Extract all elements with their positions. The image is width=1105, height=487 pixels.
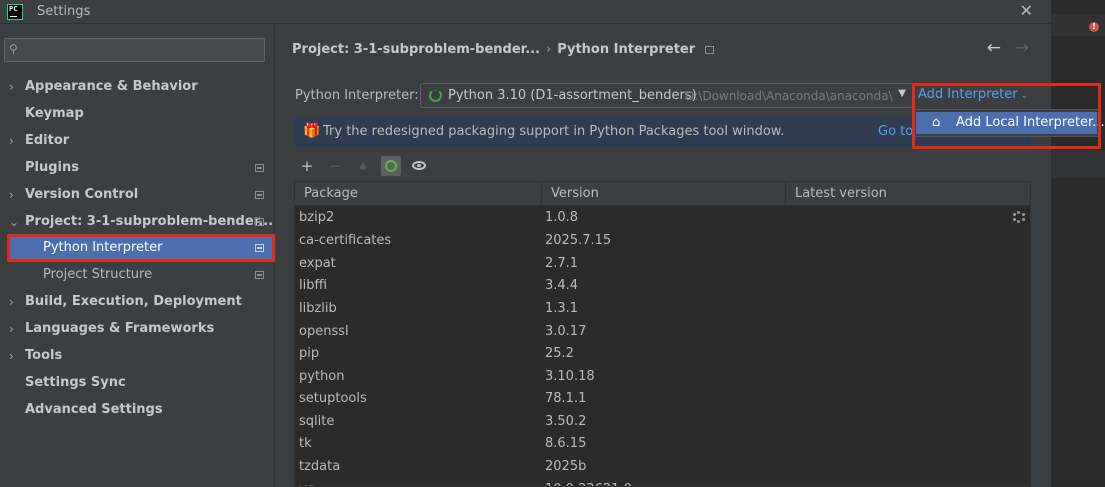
refresh-icon xyxy=(385,160,397,172)
table-row[interactable]: vc10.0.22621.0 xyxy=(295,478,1030,486)
interpreter-label: Python Interpreter: xyxy=(295,88,419,103)
interpreter-name: Python 3.10 (D1-assortment_benders) xyxy=(448,88,697,103)
table-header: Package Version Latest version xyxy=(295,182,1030,206)
settings-scope-icon xyxy=(255,271,264,279)
table-row[interactable]: tzdata 2025b xyxy=(295,455,1030,478)
interpreter-select[interactable]: Python 3.10 (D1-assortment_benders) D:\D… xyxy=(420,83,913,108)
breadcrumb-project[interactable]: Project: 3-1-subproblem-bender... xyxy=(292,42,540,57)
add-interpreter-menu: ⌂ Add Local Interpreter... xyxy=(913,109,1105,137)
sidebar-item-languages-frameworks[interactable]: › Languages & Frameworks xyxy=(0,316,272,342)
sidebar-item-editor[interactable]: › Editor xyxy=(0,128,272,154)
loading-icon xyxy=(1013,211,1025,223)
editor-strip xyxy=(1051,150,1105,178)
window-title: Settings xyxy=(37,4,91,19)
table-row[interactable]: ca-certificates 2025.7.15 xyxy=(295,229,1030,252)
breadcrumb-separator: › xyxy=(546,42,552,57)
loading-spinner-icon xyxy=(429,89,442,102)
sidebar-item-python-interpreter[interactable]: Python Interpreter xyxy=(8,235,272,261)
expand-arrow-icon[interactable]: › xyxy=(9,316,14,342)
search-field[interactable]: ⚲ xyxy=(4,38,265,62)
table-row[interactable]: libffi 3.4.4 xyxy=(295,274,1030,297)
refresh-button[interactable] xyxy=(381,156,401,176)
gift-icon: 🎁 xyxy=(303,123,321,139)
column-header-version[interactable]: Version xyxy=(542,182,786,206)
table-row[interactable]: python 3.10.18 xyxy=(295,365,1030,388)
add-interpreter-link[interactable]: Add Interpreter ⌄ xyxy=(918,87,1028,102)
sidebar-item-plugins[interactable]: Plugins xyxy=(0,155,272,181)
table-row[interactable]: pip 25.2 xyxy=(295,342,1030,365)
add-local-interpreter-item[interactable]: ⌂ Add Local Interpreter... xyxy=(916,112,1105,134)
collapse-arrow-icon[interactable]: ⌄ xyxy=(9,209,19,235)
add-package-button[interactable]: + xyxy=(297,156,317,176)
table-row[interactable]: sqlite 3.50.2 xyxy=(295,410,1030,433)
settings-scope-icon xyxy=(255,244,264,252)
error-icon: ! xyxy=(1089,22,1099,32)
settings-sidebar: ⚲ › Appearance & Behavior Keymap › Edito… xyxy=(0,24,275,487)
sidebar-item-version-control[interactable]: › Version Control xyxy=(0,182,272,208)
expand-arrow-icon[interactable]: › xyxy=(9,74,14,100)
editor-background: ! xyxy=(1051,0,1105,487)
settings-scope-icon xyxy=(255,164,264,172)
expand-arrow-icon[interactable]: › xyxy=(9,289,14,315)
pycharm-logo-icon: PC xyxy=(7,4,23,20)
column-header-latest-version[interactable]: Latest version xyxy=(786,182,1030,206)
close-button[interactable]: ✕ xyxy=(1020,1,1033,20)
package-table: Package Version Latest version bzip2 1.0.… xyxy=(294,181,1031,487)
expand-arrow-icon[interactable]: › xyxy=(9,343,14,369)
settings-scope-icon xyxy=(255,218,264,226)
settings-dialog: PC Settings ✕ ⚲ › Appearance & Behavior … xyxy=(0,0,1105,487)
interpreter-path: D:\Download\Anaconda\anaconda\ xyxy=(685,89,893,103)
home-icon: ⌂ xyxy=(932,115,941,130)
sidebar-item-settings-sync[interactable]: Settings Sync xyxy=(0,370,272,396)
banner-go-to-link[interactable]: Go to xyxy=(878,124,913,139)
column-header-package[interactable]: Package xyxy=(295,182,542,206)
table-row[interactable]: libzlib 1.3.1 xyxy=(295,297,1030,320)
sidebar-item-build-execution-deployment[interactable]: › Build, Execution, Deployment xyxy=(0,289,272,315)
table-row[interactable]: expat 2.7.1 xyxy=(295,252,1030,275)
sidebar-item-tools[interactable]: › Tools xyxy=(0,343,272,369)
package-toolbar: + − ▲ xyxy=(294,154,1031,179)
table-row[interactable]: setuptools 78.1.1 xyxy=(295,387,1030,410)
dropdown-arrow-icon[interactable]: ▼ xyxy=(894,88,906,99)
table-row[interactable]: bzip2 1.0.8 xyxy=(295,206,1030,229)
banner-text: Try the redesigned packaging support in … xyxy=(323,124,785,139)
search-input[interactable] xyxy=(25,41,260,59)
remove-package-button[interactable]: − xyxy=(325,156,345,176)
chevron-down-icon: ⌄ xyxy=(1020,91,1029,101)
settings-content: Project: 3-1-subproblem-bender... › Python… xyxy=(276,24,1051,487)
add-local-interpreter-label: Add Local Interpreter... xyxy=(956,115,1105,130)
forward-arrow-button[interactable]: → xyxy=(1015,38,1029,58)
sidebar-item-keymap[interactable]: Keymap xyxy=(0,101,272,127)
show-early-releases-button[interactable] xyxy=(409,156,429,176)
upgrade-package-button[interactable]: ▲ xyxy=(353,156,373,176)
back-arrow-button[interactable]: ← xyxy=(987,38,1001,58)
search-icon: ⚲ xyxy=(9,42,18,56)
expand-arrow-icon[interactable]: › xyxy=(9,182,14,208)
settings-scope-icon xyxy=(255,191,264,199)
breadcrumb: Project: 3-1-subproblem-bender... › Python… xyxy=(292,42,715,57)
sidebar-item-appearance-behavior[interactable]: › Appearance & Behavior xyxy=(0,74,272,100)
sidebar-item-advanced-settings[interactable]: Advanced Settings xyxy=(0,397,272,423)
sidebar-item-project[interactable]: ⌄ Project: 3-1-subproblem-bender... xyxy=(0,209,273,235)
expand-arrow-icon[interactable]: › xyxy=(9,128,14,154)
breadcrumb-page: Python Interpreter xyxy=(557,42,696,57)
eye-icon xyxy=(412,161,426,170)
table-row[interactable]: openssl 3.0.17 xyxy=(295,320,1030,343)
table-row[interactable]: tk 8.6.15 xyxy=(295,432,1030,455)
sidebar-item-project-structure[interactable]: Project Structure xyxy=(0,262,272,288)
title-bar: PC Settings ✕ xyxy=(0,0,1051,24)
settings-scope-icon xyxy=(705,45,715,54)
